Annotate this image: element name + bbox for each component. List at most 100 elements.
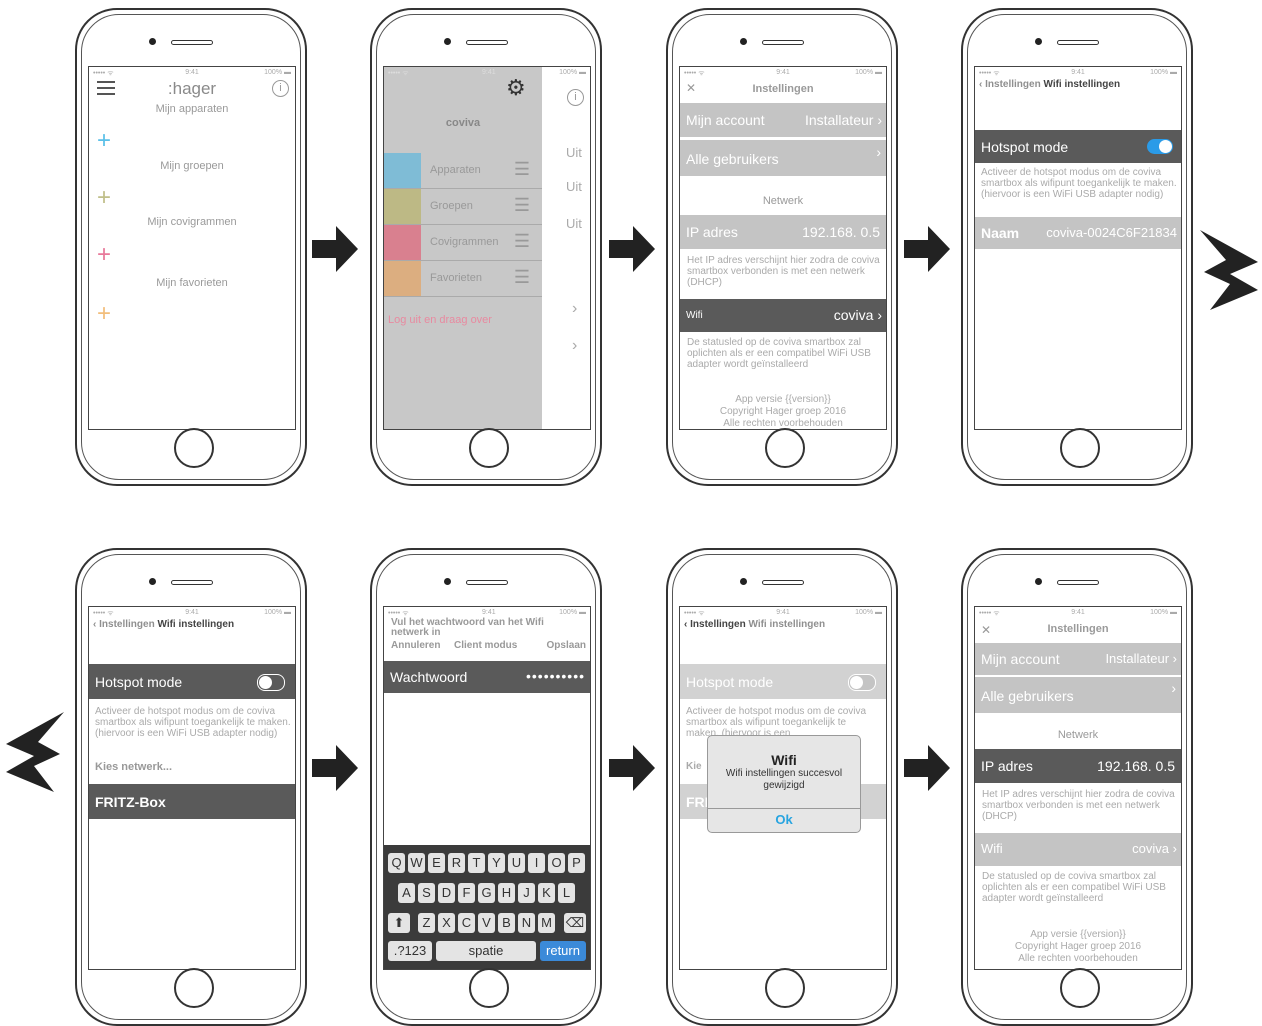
- alert-dialog: Wifi Wifi instellingen succesvol gewijzi…: [707, 735, 861, 833]
- shift-key[interactable]: ⬆: [388, 913, 410, 933]
- settings-gear-icon[interactable]: ⚙: [506, 75, 526, 101]
- chevron-icon: ›: [1171, 680, 1176, 696]
- ip-label: IP adres: [686, 224, 738, 240]
- camera-dot: [1035, 578, 1042, 585]
- key-c[interactable]: C: [458, 913, 475, 933]
- home-button: [765, 968, 805, 1008]
- menu-item-groepen[interactable]: Groepen ☰: [384, 189, 542, 225]
- speaker-slot: [466, 580, 508, 585]
- key-n[interactable]: N: [518, 913, 535, 933]
- screen-home: ••••• ᯤ 9:41 100% ▬ :hager i Mijn appara…: [88, 66, 296, 430]
- key-d[interactable]: D: [438, 883, 455, 903]
- camera-dot: [149, 38, 156, 45]
- key-r[interactable]: R: [448, 853, 465, 873]
- copyright: Copyright Hager groep 2016: [719, 406, 847, 417]
- name-value: coviva-0024C6F21834: [1046, 225, 1177, 240]
- account-row[interactable]: Mijn account Installateur ›: [680, 103, 886, 137]
- key-w[interactable]: W: [408, 853, 425, 873]
- account-value: Installateur ›: [1105, 651, 1177, 666]
- key-b[interactable]: B: [498, 913, 515, 933]
- key-j[interactable]: J: [518, 883, 535, 903]
- chevron-icon: ›: [876, 144, 881, 160]
- return-key[interactable]: return: [540, 941, 586, 961]
- save-button[interactable]: Opslaan: [547, 640, 586, 651]
- info-icon[interactable]: i: [567, 89, 584, 106]
- numbers-key[interactable]: .?123: [388, 941, 432, 961]
- wrap-arrow-left-icon: [6, 712, 64, 792]
- network-name: FRITZ-Box: [95, 794, 166, 810]
- network-row[interactable]: FRITZ-Box: [89, 784, 295, 819]
- account-row[interactable]: Mijn account Installateur ›: [975, 643, 1181, 675]
- back-button[interactable]: ‹ Instellingen Wifi instellingen: [93, 619, 234, 630]
- key-k[interactable]: K: [538, 883, 555, 903]
- hotspot-toggle[interactable]: [1147, 139, 1173, 154]
- hotspot-label: Hotspot mode: [686, 674, 774, 690]
- wifi-label: Wifi: [686, 310, 703, 321]
- home-button: [765, 428, 805, 468]
- alert-ok-button[interactable]: Ok: [708, 812, 860, 827]
- key-z[interactable]: Z: [418, 913, 435, 933]
- key-i[interactable]: I: [528, 853, 545, 873]
- users-row[interactable]: Alle gebruikers ›: [680, 140, 886, 176]
- key-x[interactable]: X: [438, 913, 455, 933]
- network-header: Netwerk: [1057, 729, 1099, 741]
- app-version: App versie {{version}}: [1030, 929, 1126, 940]
- reorder-icon[interactable]: ☰: [514, 195, 530, 216]
- hotspot-row: Hotspot mode: [89, 664, 295, 699]
- key-u[interactable]: U: [508, 853, 525, 873]
- battery-icon: 100% ▬: [1150, 609, 1177, 616]
- space-key[interactable]: spatie: [436, 941, 536, 961]
- key-p[interactable]: P: [568, 853, 585, 873]
- users-row[interactable]: Alle gebruikers ›: [975, 677, 1181, 713]
- key-a[interactable]: A: [398, 883, 415, 903]
- add-favoriet-icon[interactable]: +: [97, 302, 111, 326]
- phone-7: ••••• ᯤ 9:41 100% ▬ ‹ Instellingen Wifi …: [666, 548, 898, 1026]
- rights: Alle rechten voorbehouden: [1018, 953, 1138, 964]
- hotspot-row: Hotspot mode: [680, 664, 886, 699]
- key-s[interactable]: S: [418, 883, 435, 903]
- status-bar: ••••• ᯤ 9:41 100% ▬: [384, 69, 590, 77]
- reorder-icon[interactable]: ☰: [514, 267, 530, 288]
- ip-note: Het IP adres verschijnt hier zodra de co…: [687, 255, 880, 288]
- back-button[interactable]: ‹ Instellingen Wifi instellingen: [979, 79, 1120, 90]
- reorder-icon[interactable]: ☰: [514, 231, 530, 252]
- screen-settings: ••••• ᯤ 9:41 100% ▬ ✕ Instellingen Mijn …: [679, 66, 887, 430]
- back-button[interactable]: ‹ Instellingen Wifi instellingen: [684, 619, 825, 630]
- menu-item-covigrammen[interactable]: Covigrammen ☰: [384, 225, 542, 261]
- wifi-row[interactable]: Wifi coviva ›: [680, 299, 886, 332]
- key-o[interactable]: O: [548, 853, 565, 873]
- key-l[interactable]: L: [558, 883, 575, 903]
- add-covigram-icon[interactable]: +: [97, 243, 111, 267]
- key-m[interactable]: M: [538, 913, 555, 933]
- key-y[interactable]: Y: [488, 853, 505, 873]
- key-g[interactable]: G: [478, 883, 495, 903]
- menu-item-favorieten[interactable]: Favorieten ☰: [384, 261, 542, 297]
- key-q[interactable]: Q: [388, 853, 405, 873]
- menu-item-label: Covigrammen: [430, 236, 499, 248]
- battery-icon: 100% ▬: [1150, 69, 1177, 76]
- add-groep-icon[interactable]: +: [97, 186, 111, 210]
- hotspot-label: Hotspot mode: [95, 674, 183, 690]
- menu-item-apparaten[interactable]: Apparaten ☰: [384, 153, 542, 189]
- reorder-icon[interactable]: ☰: [514, 159, 530, 180]
- key-e[interactable]: E: [428, 853, 445, 873]
- key-v[interactable]: V: [478, 913, 495, 933]
- battery-icon: 100% ▬: [855, 69, 882, 76]
- key-t[interactable]: T: [468, 853, 485, 873]
- key-h[interactable]: H: [498, 883, 515, 903]
- menu-item-label: Apparaten: [430, 164, 481, 176]
- cancel-button[interactable]: Annuleren: [391, 640, 440, 651]
- logout-link[interactable]: Log uit en draag over: [388, 314, 492, 326]
- phone-3: ••••• ᯤ 9:41 100% ▬ ✕ Instellingen Mijn …: [666, 8, 898, 486]
- hotspot-row: Hotspot mode: [975, 130, 1181, 163]
- add-apparaat-icon[interactable]: +: [97, 129, 111, 153]
- key-f[interactable]: F: [458, 883, 475, 903]
- wrap-arrow-right-icon: [1200, 230, 1258, 310]
- info-icon[interactable]: i: [272, 80, 289, 97]
- delete-key[interactable]: ⌫: [564, 913, 586, 933]
- section-apparaten: Mijn apparaten: [155, 103, 229, 115]
- password-row[interactable]: Wachtwoord ••••••••••: [384, 661, 590, 693]
- hotspot-toggle[interactable]: [257, 674, 285, 691]
- name-label: Naam: [981, 225, 1020, 241]
- wifi-row[interactable]: Wifi coviva ›: [975, 833, 1181, 866]
